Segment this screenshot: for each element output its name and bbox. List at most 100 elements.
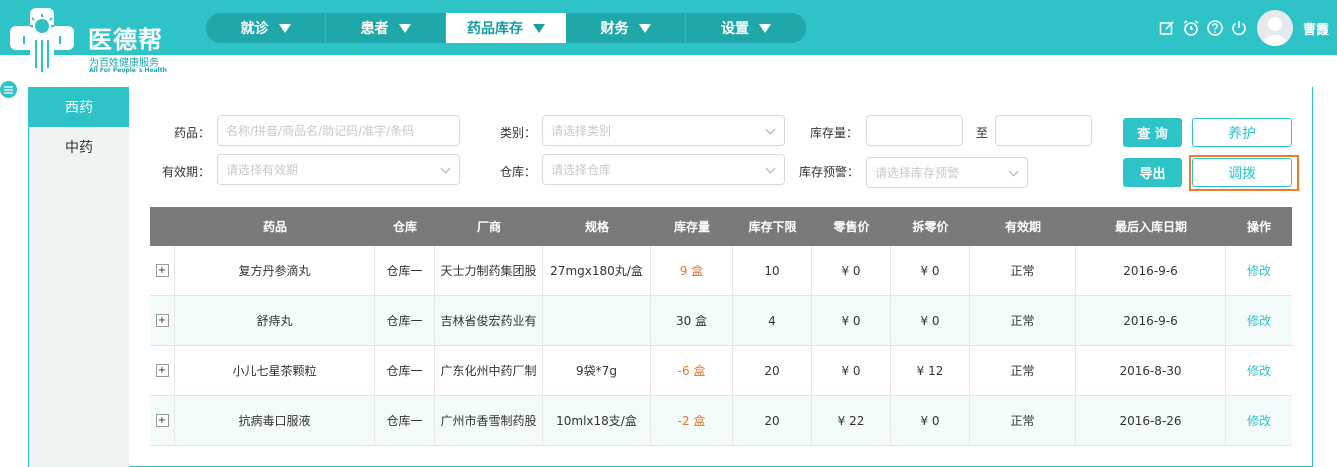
nav-label: 财务 — [600, 21, 629, 37]
cell-split-price: ¥ 12 — [891, 346, 970, 395]
cell-spec: 9袋*7g — [543, 346, 651, 395]
cell-stock: 30 盒 — [651, 296, 733, 345]
caret-down-icon — [398, 23, 411, 33]
cell-drug: 抗病毒口服液 — [175, 396, 375, 445]
side-item-chinese-medicine[interactable]: 中药 — [29, 127, 129, 167]
nav-item-visit[interactable]: 就诊 — [206, 13, 326, 43]
user-name[interactable]: 曹霞 — [1303, 19, 1337, 38]
header-expiry: 有效期 — [1004, 220, 1041, 234]
stock-alert-select[interactable]: 请选择库存预警 — [866, 157, 1028, 188]
cell-spec — [543, 296, 651, 345]
expiry-placeholder: 请选择有效期 — [226, 163, 299, 177]
cell-lower-limit: 20 — [733, 346, 812, 395]
nav-item-finance[interactable]: 财务 — [566, 13, 686, 43]
caret-down-icon — [533, 23, 545, 33]
cell-warehouse: 仓库一 — [375, 396, 435, 445]
cell-split-price: ¥ 0 — [891, 296, 970, 345]
cell-stock: -6 盒 — [651, 346, 733, 395]
power-icon[interactable] — [1229, 18, 1249, 38]
maintain-button[interactable]: 养护 — [1192, 118, 1292, 147]
cell-spec: 10mlx18支/盒 — [543, 396, 651, 445]
user-toolbar: 曹霞 — [1155, 8, 1337, 48]
table-row: + 舒痔丸 仓库一 吉林省俊宏药业有 30 盒 4 ¥ 0 ¥ 0 正常 2016-9-6 修改 — [150, 296, 1292, 346]
table-body: + 复方丹参滴丸 仓库一 天士力制药集团股 27mgx180丸/盒 9 盒 10 ¥ 0 ¥ 0… — [150, 246, 1292, 446]
main-nav: 就诊 患者 药品库存 财务 设置 — [206, 13, 806, 43]
category-label: 类别： — [499, 126, 536, 140]
cell-retail-price: ¥ 22 — [812, 396, 891, 445]
brand-slogan-en: All For People`s Health — [89, 67, 167, 74]
table-row: + 复方丹参滴丸 仓库一 天士力制药集团股 27mgx180丸/盒 9 盒 10 ¥ 0 ¥ 0… — [150, 246, 1292, 296]
chevron-down-icon — [1008, 166, 1019, 177]
cell-lower-limit: 20 — [733, 396, 812, 445]
query-button[interactable]: 查 询 — [1123, 118, 1182, 147]
nav-item-patients[interactable]: 患者 — [326, 13, 446, 43]
category-select[interactable]: 请选择类别 — [542, 115, 785, 146]
cell-drug: 复方丹参滴丸 — [175, 246, 375, 295]
category-placeholder: 请选择类别 — [551, 124, 612, 138]
expand-row-button[interactable]: + — [155, 414, 169, 427]
stock-max-input[interactable] — [995, 115, 1092, 146]
cell-retail-price: ¥ 0 — [812, 346, 891, 395]
cell-maker: 广东化州中药厂制 — [435, 346, 543, 395]
nav-label: 设置 — [721, 21, 749, 37]
edit-link[interactable]: 修改 — [1226, 396, 1292, 445]
side-menu: 西药 中药 — [29, 87, 137, 467]
caret-down-icon — [638, 23, 651, 33]
cell-maker: 天士力制药集团股 — [435, 246, 543, 295]
header-split-price: 拆零价 — [912, 220, 949, 234]
nav-label: 药品库存 — [467, 21, 523, 37]
cell-maker: 吉林省俊宏药业有 — [435, 296, 543, 345]
stock-to-label: 至 — [975, 126, 988, 140]
cell-lower-limit: 4 — [733, 296, 812, 345]
nav-item-inventory[interactable]: 药品库存 — [446, 13, 566, 43]
stock-alert-label: 库存预警： — [798, 165, 859, 179]
logo-icon — [10, 8, 74, 78]
alarm-icon[interactable] — [1181, 18, 1201, 38]
warehouse-label: 仓库： — [499, 165, 536, 179]
stock-min-input[interactable] — [866, 115, 963, 146]
brand-name: 医德帮 — [88, 26, 163, 54]
nav-item-settings[interactable]: 设置 — [686, 13, 806, 43]
chevron-down-icon — [765, 163, 776, 174]
export-button[interactable]: 导出 — [1123, 158, 1182, 187]
cell-retail-price: ¥ 0 — [812, 246, 891, 295]
inventory-table: 药品 仓库 厂商 规格 库存量 库存下限 零售价 拆零价 有效期 最后入库日期 … — [150, 207, 1292, 446]
drug-search-input[interactable]: 名称/拼音/商品名/助记码/准字/条码 — [217, 115, 460, 146]
cell-stock: -2 盒 — [651, 396, 733, 445]
cell-last-in-date: 2016-9-6 — [1076, 296, 1226, 345]
edit-link[interactable]: 修改 — [1226, 296, 1292, 345]
menu-toggle-icon[interactable] — [0, 81, 17, 98]
expand-row-button[interactable]: + — [155, 364, 169, 377]
warehouse-select[interactable]: 请选择仓库 — [542, 154, 785, 185]
cell-expiry: 正常 — [970, 396, 1076, 445]
side-item-western-medicine[interactable]: 西药 — [29, 87, 137, 127]
cell-split-price: ¥ 0 — [891, 396, 970, 445]
avatar[interactable] — [1257, 10, 1293, 46]
header-maker: 厂商 — [476, 220, 501, 234]
stock-alert-placeholder: 请选择库存预警 — [875, 166, 960, 180]
cell-retail-price: ¥ 0 — [812, 296, 891, 345]
cell-last-in-date: 2016-8-30 — [1076, 346, 1226, 395]
cell-expiry: 正常 — [970, 346, 1076, 395]
caret-down-icon — [278, 23, 291, 33]
cell-split-price: ¥ 0 — [891, 246, 970, 295]
header-warehouse: 仓库 — [392, 220, 417, 234]
top-bar: 医德帮 就诊 患者 药品库存 财务 设置 曹霞 — [0, 0, 1337, 78]
expand-row-button[interactable]: + — [155, 264, 169, 277]
header-last-in-date: 最后入库日期 — [1114, 220, 1187, 234]
cell-warehouse: 仓库一 — [375, 246, 435, 295]
nav-label: 患者 — [360, 21, 389, 37]
table-row: + 小儿七星茶颗粒 仓库一 广东化州中药厂制 9袋*7g -6 盒 20 ¥ 0 ¥ 12 正常 2… — [150, 346, 1292, 396]
expand-row-button[interactable]: + — [155, 314, 169, 327]
edit-icon[interactable] — [1157, 18, 1177, 38]
expand-cell: + — [150, 346, 175, 395]
edit-link[interactable]: 修改 — [1226, 346, 1292, 395]
help-icon[interactable] — [1205, 18, 1225, 38]
nav-label: 就诊 — [240, 21, 269, 37]
caret-down-icon — [759, 23, 771, 33]
warehouse-placeholder: 请选择仓库 — [551, 163, 612, 177]
expiry-select[interactable]: 请选择有效期 — [217, 154, 460, 185]
edit-link[interactable]: 修改 — [1226, 246, 1292, 295]
cell-drug: 舒痔丸 — [175, 296, 375, 345]
table-row: + 抗病毒口服液 仓库一 广州市香雪制药股 10mlx18支/盒 -2 盒 20 ¥ 22 ¥ … — [150, 396, 1292, 446]
